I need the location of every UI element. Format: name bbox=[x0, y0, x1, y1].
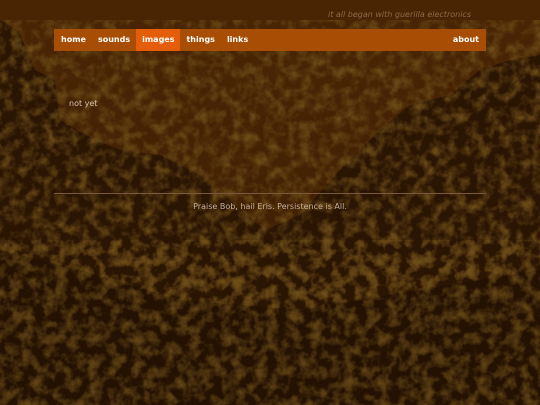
nav-item-images[interactable]: images bbox=[136, 29, 181, 51]
footer-text: Praise Bob, hail Eris. Persistence is Al… bbox=[193, 202, 347, 211]
page: it all began with guerilla electronics h… bbox=[0, 0, 540, 405]
nav-item-things[interactable]: things bbox=[180, 29, 220, 51]
nav-item-about[interactable]: about bbox=[447, 29, 486, 51]
footer-divider bbox=[54, 193, 486, 194]
nav-item-home[interactable]: home bbox=[54, 29, 92, 51]
content-text: not yet bbox=[69, 99, 98, 108]
tagline: it all began with guerilla electronics bbox=[327, 10, 471, 19]
nav-item-sounds[interactable]: sounds bbox=[92, 29, 136, 51]
nav-bar: home sounds images things links about bbox=[54, 29, 486, 51]
nav-item-links[interactable]: links bbox=[221, 29, 254, 51]
